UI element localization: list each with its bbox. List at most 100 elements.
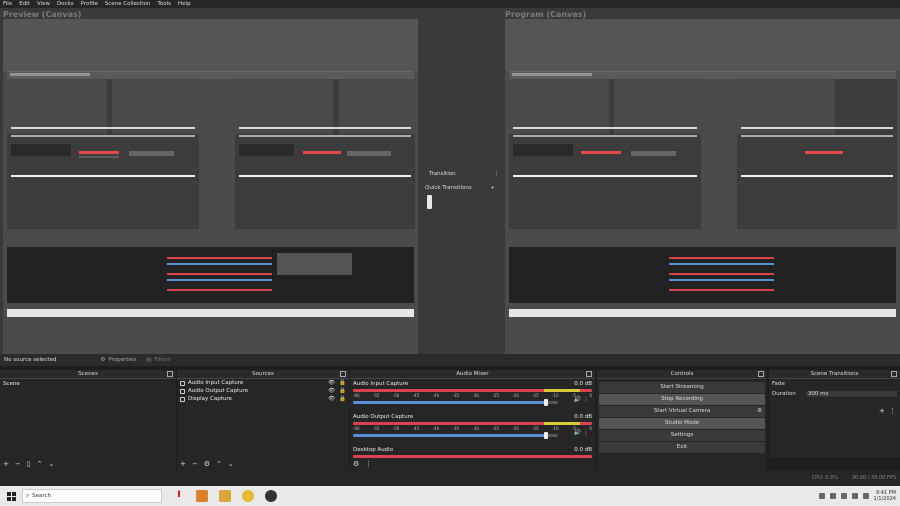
menu-tools[interactable]: Tools bbox=[157, 1, 171, 7]
properties-label: Properties bbox=[108, 357, 137, 363]
more-icon[interactable]: ⋮ bbox=[583, 396, 589, 403]
source-item[interactable]: Display Capture 👁 🔒 bbox=[177, 395, 349, 403]
no-source-label: No source selected bbox=[4, 357, 57, 363]
add-icon[interactable]: + bbox=[3, 460, 9, 468]
lock-icon[interactable]: 🔒 bbox=[339, 396, 346, 402]
scene-item[interactable]: Scene bbox=[0, 379, 176, 389]
exit-button[interactable]: Exit bbox=[599, 442, 765, 453]
start-streaming-button[interactable]: Start Streaming bbox=[599, 382, 765, 393]
scenes-list: Scene bbox=[0, 379, 176, 457]
eye-icon[interactable]: 👁 bbox=[328, 380, 335, 386]
channel-name: Desktop Audio bbox=[353, 447, 394, 453]
lock-icon[interactable]: 🔒 bbox=[339, 388, 346, 394]
preview-canvas[interactable] bbox=[3, 19, 418, 360]
channel-name: Audio Input Capture bbox=[353, 381, 409, 387]
menu-scene-collection[interactable]: Scene Collection bbox=[105, 1, 151, 7]
mixer-channel: Audio Output Capture 0.0 dB -60 -55 -50 -45-… bbox=[350, 412, 595, 445]
menu-docks[interactable]: Docks bbox=[57, 1, 74, 7]
gear-icon[interactable]: ⚙ bbox=[757, 406, 762, 417]
tray-icon[interactable] bbox=[818, 493, 825, 499]
level-meter bbox=[353, 422, 592, 425]
source-item[interactable]: Audio Output Capture 👁 🔒 bbox=[177, 387, 349, 395]
red-app-icon[interactable]: I bbox=[173, 490, 185, 502]
studio-mode-button[interactable]: Studio Mode bbox=[599, 418, 765, 429]
transition-row[interactable]: Transition ⋮ bbox=[429, 169, 499, 179]
file-explorer-icon[interactable] bbox=[219, 490, 231, 502]
speaker-icon[interactable]: 🔊 bbox=[574, 396, 581, 403]
browser-icon[interactable] bbox=[242, 490, 254, 502]
level-meter bbox=[353, 455, 592, 458]
filters-button[interactable]: ▤ Filters bbox=[146, 357, 171, 363]
properties-button[interactable]: ⚙ Properties bbox=[100, 357, 136, 363]
filter-icon: ▤ bbox=[146, 357, 152, 363]
monitor-icon bbox=[180, 396, 185, 402]
source-toolbar: No source selected ⚙ Properties ▤ Filter… bbox=[0, 354, 900, 366]
notification-icon[interactable] bbox=[862, 493, 869, 499]
cpu-status: CPU: 0.3% bbox=[811, 475, 838, 481]
speaker-icon bbox=[180, 388, 185, 394]
channel-db: 0.0 dB bbox=[574, 447, 592, 453]
stop-recording-button[interactable]: Stop Recording bbox=[599, 394, 765, 405]
move-up-icon[interactable]: ⌃ bbox=[37, 460, 43, 468]
transition-select[interactable]: Fade bbox=[772, 381, 785, 387]
program-image bbox=[505, 19, 900, 360]
folder-app-icon[interactable] bbox=[196, 490, 208, 502]
move-up-icon[interactable]: ⌃ bbox=[216, 460, 222, 468]
menu-view[interactable]: View bbox=[37, 1, 50, 7]
add-icon[interactable]: + bbox=[879, 407, 885, 415]
popout-icon[interactable] bbox=[891, 371, 897, 377]
transition-slider-handle[interactable] bbox=[427, 195, 432, 209]
menu-edit[interactable]: Edit bbox=[19, 1, 30, 7]
add-quick-transition-icon[interactable]: + bbox=[490, 185, 495, 191]
scene-transitions-body: Fade Duration 300 ms + ⋮ bbox=[769, 379, 900, 457]
popout-icon[interactable] bbox=[340, 371, 346, 377]
scenes-dock: Scenes Scene + − ▯ ⌃ ⌄ bbox=[0, 370, 176, 470]
menu-help[interactable]: Help bbox=[178, 1, 191, 7]
popout-icon[interactable] bbox=[167, 371, 173, 377]
fps-status: 30.00 / 30.00 FPS bbox=[851, 475, 896, 481]
duration-input[interactable]: 300 ms bbox=[805, 391, 897, 397]
windows-start-icon[interactable] bbox=[0, 486, 22, 506]
scene-transitions-title: Scene Transitions bbox=[810, 371, 859, 377]
duration-label: Duration bbox=[772, 391, 796, 397]
add-icon[interactable]: + bbox=[180, 460, 186, 468]
popout-icon[interactable] bbox=[758, 371, 764, 377]
tray-icon[interactable] bbox=[829, 493, 836, 499]
obs-icon[interactable] bbox=[265, 490, 277, 502]
settings-button[interactable]: Settings bbox=[599, 430, 765, 441]
move-down-icon[interactable]: ⌄ bbox=[48, 460, 54, 468]
lock-icon[interactable]: 🔒 bbox=[339, 380, 346, 386]
menu-file[interactable]: File bbox=[3, 1, 12, 7]
remove-icon[interactable]: − bbox=[15, 460, 21, 468]
gear-icon[interactable]: ⚙ bbox=[353, 460, 359, 468]
obs-status-bar: CPU: 0.3% 30.00 / 30.00 FPS bbox=[0, 470, 900, 486]
more-icon[interactable]: ⋮ bbox=[889, 407, 896, 415]
source-name: Audio Output Capture bbox=[188, 388, 249, 394]
controls-dock: Controls Start Streaming Stop Recording … bbox=[597, 370, 767, 470]
clock[interactable]: 9:41 PM 1/1/2024 bbox=[874, 490, 896, 502]
popout-icon[interactable] bbox=[586, 371, 592, 377]
gear-icon[interactable]: ⚙ bbox=[204, 460, 210, 468]
filter-icon[interactable]: ▯ bbox=[27, 460, 31, 468]
transition-more-icon[interactable]: ⋮ bbox=[494, 171, 500, 177]
volume-slider[interactable] bbox=[353, 399, 558, 406]
start-virtual-camera-button[interactable]: Start Virtual Camera ⚙ bbox=[599, 406, 765, 417]
dock-area: Scenes Scene + − ▯ ⌃ ⌄ Sources Audio Inp… bbox=[0, 366, 900, 486]
more-icon[interactable]: ⋮ bbox=[583, 429, 589, 436]
controls-title: Controls bbox=[670, 371, 694, 377]
move-down-icon[interactable]: ⌄ bbox=[228, 460, 234, 468]
remove-icon[interactable]: − bbox=[192, 460, 198, 468]
volume-slider[interactable] bbox=[353, 432, 558, 439]
quick-transitions-row[interactable]: Quick Transitions + bbox=[425, 183, 495, 193]
source-item[interactable]: Audio Input Capture 👁 🔒 bbox=[177, 379, 349, 387]
eye-icon[interactable]: 👁 bbox=[328, 388, 335, 394]
taskbar-search[interactable]: ⌕ Search bbox=[22, 489, 162, 503]
more-icon[interactable]: ⋮ bbox=[365, 460, 372, 468]
source-name: Audio Input Capture bbox=[188, 380, 244, 386]
transition-panel: Transition ⋮ Quick Transitions + bbox=[419, 19, 503, 360]
speaker-icon[interactable]: 🔊 bbox=[574, 429, 581, 436]
menu-profile[interactable]: Profile bbox=[81, 1, 98, 7]
network-icon[interactable] bbox=[840, 493, 847, 499]
volume-icon[interactable] bbox=[851, 493, 858, 499]
eye-icon[interactable]: 👁 bbox=[328, 396, 335, 402]
